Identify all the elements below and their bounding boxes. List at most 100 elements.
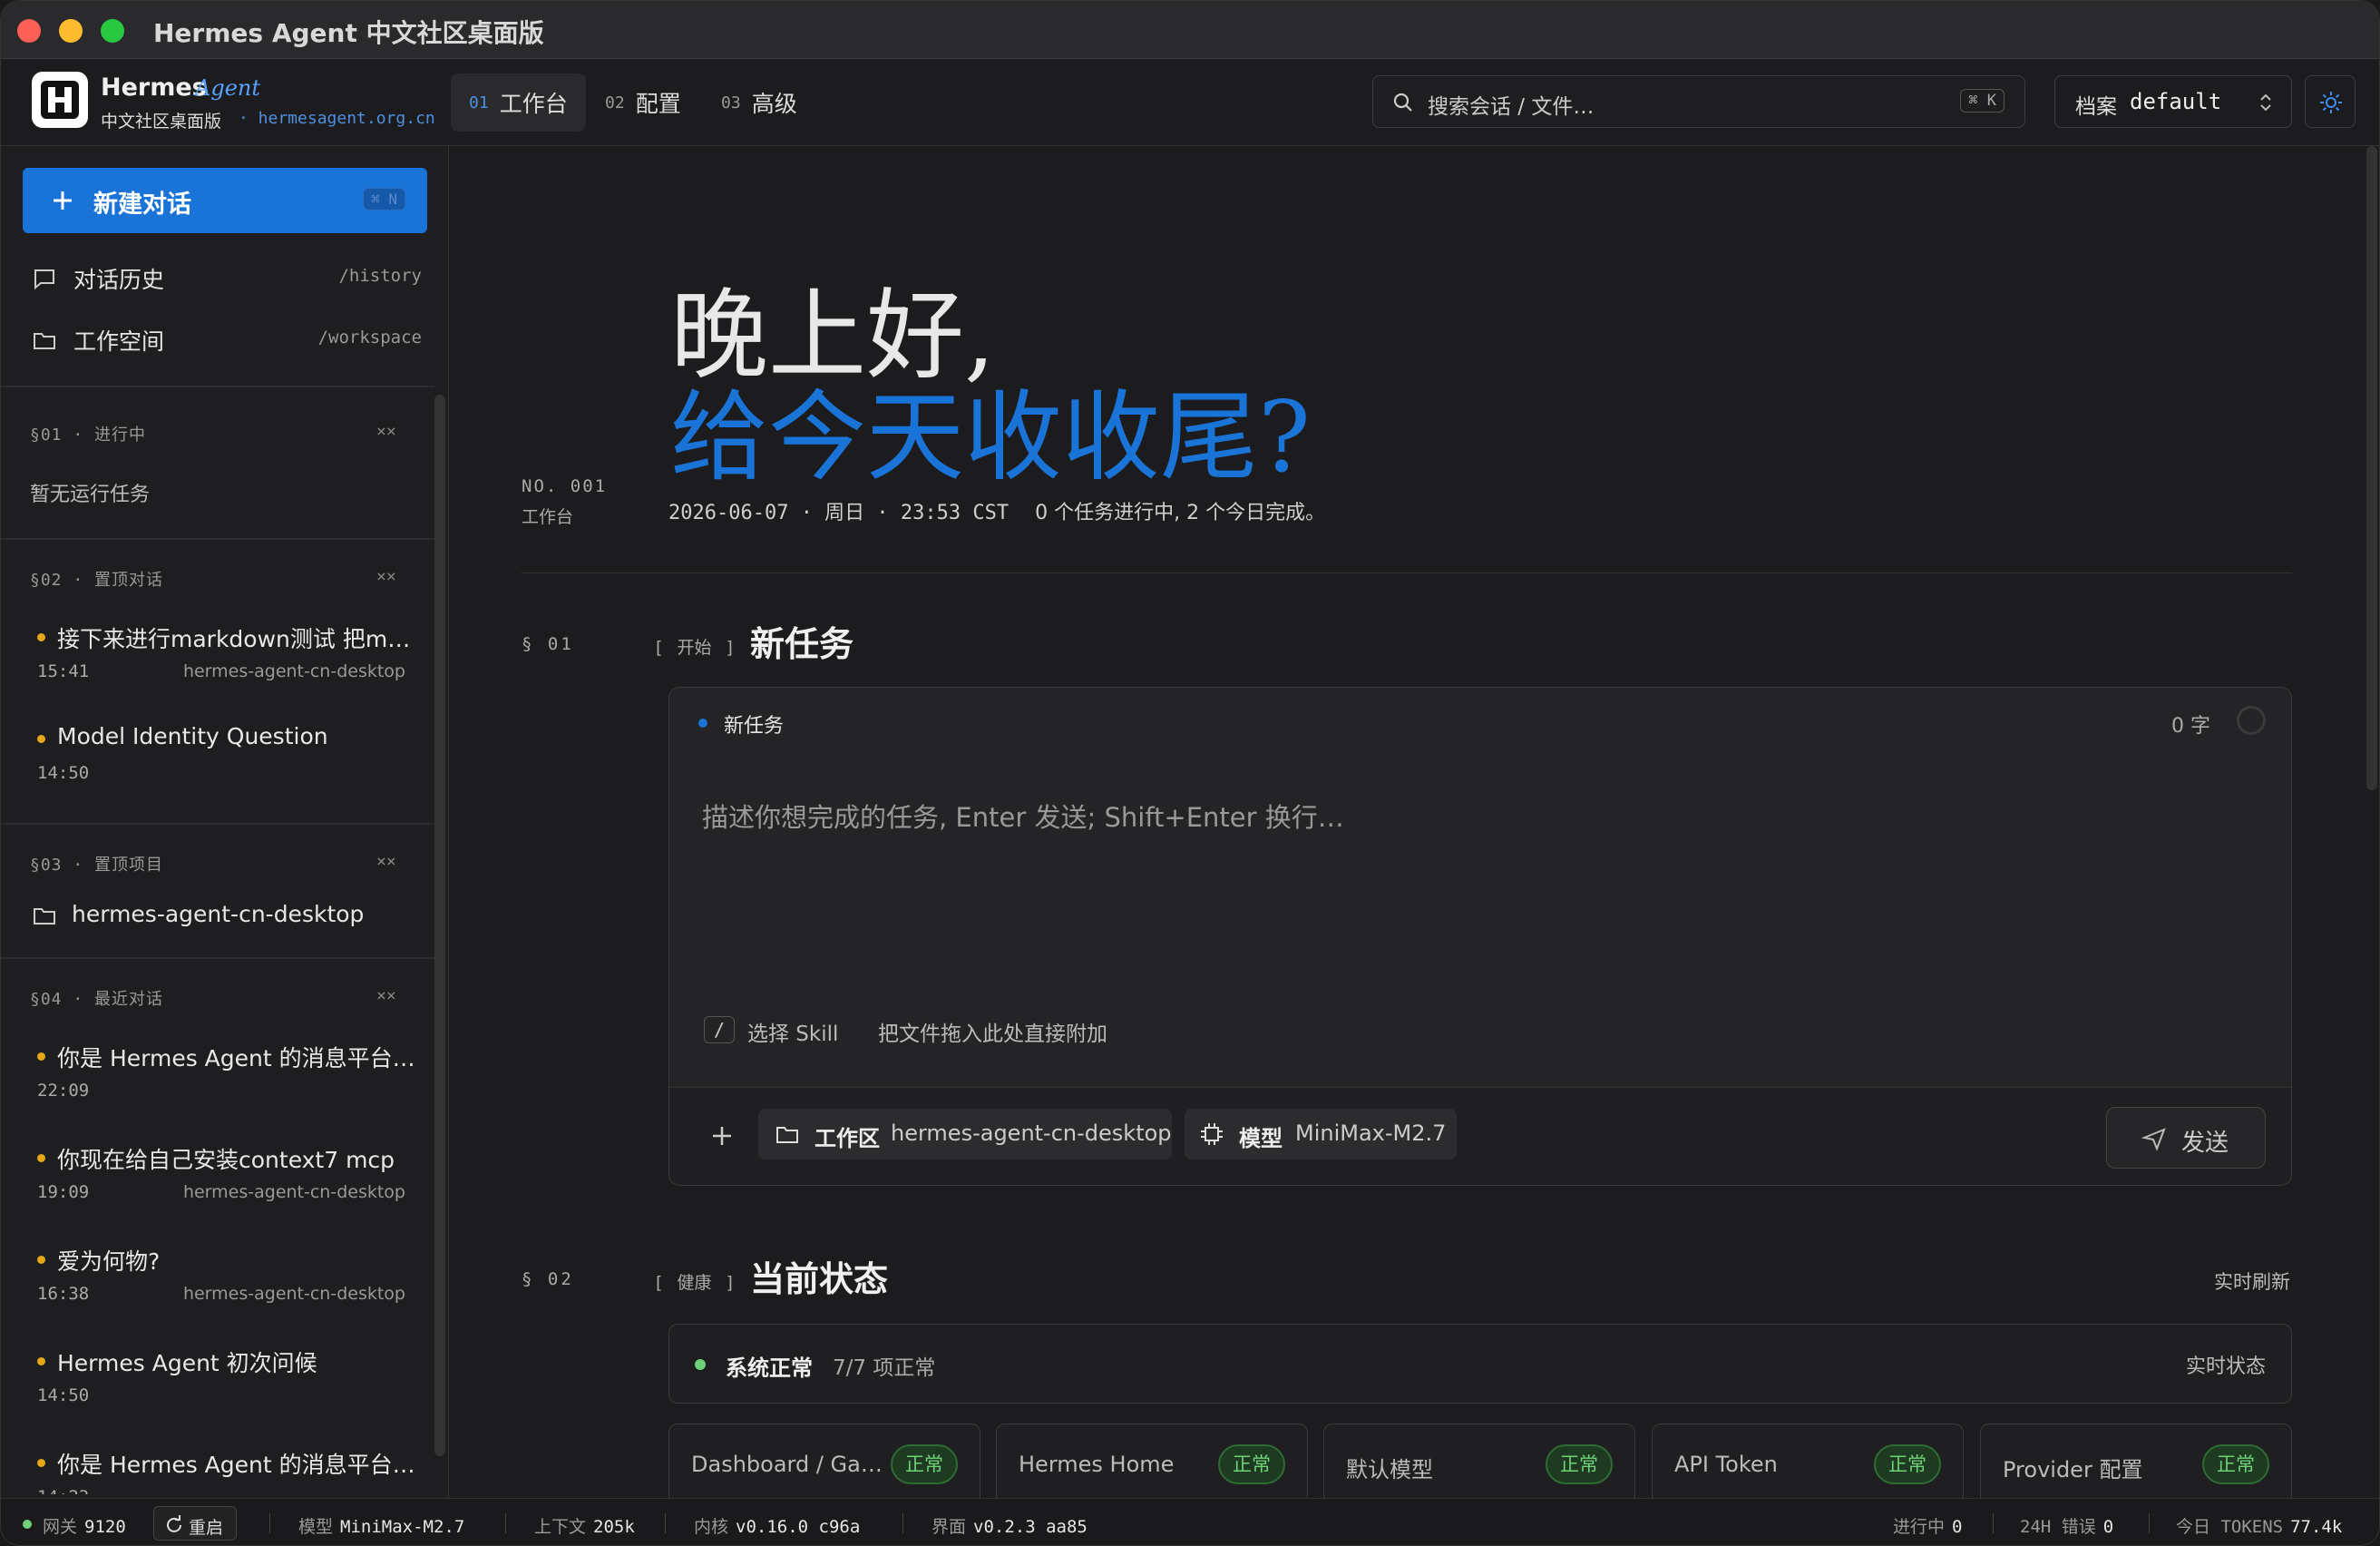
collapse-section-button[interactable]: ×× bbox=[376, 986, 396, 1005]
new-chat-button[interactable]: 新建对话 ⌘ N bbox=[23, 168, 427, 233]
pinned-project-item[interactable]: hermes-agent-cn-desktop bbox=[32, 899, 422, 935]
list-item[interactable]: 你现在给自己安装context7 mcp 19:09 hermes-agent-… bbox=[35, 1142, 416, 1202]
maximize-window-button[interactable] bbox=[101, 19, 124, 43]
section-title-new-task: 新任务 bbox=[750, 624, 854, 664]
list-item[interactable]: Hermes Agent 初次问候 14:50 bbox=[35, 1345, 416, 1405]
plus-icon bbox=[54, 191, 72, 210]
section-title: 最近对话 bbox=[94, 990, 164, 1009]
tab-advanced[interactable]: 03 高级 bbox=[703, 73, 815, 132]
model-chip[interactable]: 模型 MiniMax-M2.7 bbox=[1185, 1109, 1457, 1160]
brand-site: · hermesagent.org.cn bbox=[239, 109, 435, 128]
list-item[interactable]: Model Identity Question 14:50 bbox=[35, 723, 416, 783]
conversation-workspace: hermes-agent-cn-desktop bbox=[182, 661, 405, 681]
model-status: 模型 MiniMax-M2.7 bbox=[298, 1513, 464, 1538]
system-status-label: 系统正常 bbox=[726, 1355, 813, 1381]
title-bar: Hermes Agent 中文社区桌面版 bbox=[1, 1, 2379, 59]
date-text: 2026-06-07 · 周日 · 23:53 CST bbox=[668, 502, 1010, 524]
sidebar-scrollbar[interactable] bbox=[434, 395, 445, 1456]
divider bbox=[665, 1513, 666, 1533]
list-item[interactable]: 你是 Hermes Agent 的消息平台… 22:09 bbox=[35, 1041, 416, 1101]
profile-select[interactable]: 档案 default bbox=[2054, 75, 2292, 128]
sidebar-item-path: /workspace bbox=[317, 328, 422, 347]
workspace-chip[interactable]: 工作区 hermes-agent-cn-desktop bbox=[758, 1109, 1172, 1160]
search-icon bbox=[1393, 93, 1412, 112]
profile-label: 档案 bbox=[2075, 95, 2117, 119]
window-title: Hermes Agent 中文社区桌面版 bbox=[153, 18, 544, 48]
list-item[interactable]: 接下来进行markdown测试 把m … 15:41 hermes-agent-… bbox=[35, 621, 416, 681]
divider bbox=[1, 386, 434, 387]
section-title: 进行中 bbox=[94, 426, 147, 445]
task-input[interactable]: 描述你想完成的任务, Enter 发送; Shift+Enter 换行… bbox=[702, 797, 1344, 835]
section-tag-text: 开始 bbox=[677, 638, 712, 658]
conversation-time: 22:09 bbox=[37, 1081, 90, 1101]
new-chat-label: 新建对话 bbox=[93, 191, 191, 219]
restart-icon bbox=[167, 1515, 181, 1532]
divider bbox=[902, 1513, 903, 1533]
tab-label: 工作台 bbox=[499, 91, 568, 117]
status-badge: 正常 bbox=[2202, 1444, 2269, 1484]
select-skill-button[interactable]: 选择 Skill bbox=[747, 1016, 838, 1047]
gateway-value: 9120 bbox=[84, 1517, 126, 1537]
attach-hint: 把文件拖入此处直接附加 bbox=[878, 1023, 1107, 1046]
section-title: 置顶项目 bbox=[94, 856, 164, 875]
list-item[interactable]: 爱为何物? 16:38 hermes-agent-cn-desktop bbox=[35, 1244, 416, 1304]
char-count: 0 字 bbox=[2171, 715, 2210, 738]
context-value: 205k bbox=[593, 1517, 635, 1537]
add-attachment-icon[interactable] bbox=[709, 1123, 735, 1149]
task-summary: 0 个任务进行中, 2 个今日完成。 bbox=[1035, 502, 1326, 524]
context-status: 上下文 205k bbox=[534, 1513, 635, 1538]
sidebar-item-history[interactable]: 对话历史 /history bbox=[32, 255, 422, 300]
tab-number: 03 bbox=[721, 93, 741, 113]
collapse-section-button[interactable]: ×× bbox=[376, 852, 396, 871]
gateway-status: 网关 9120 bbox=[43, 1513, 126, 1538]
tokens-status: 今日 TOKENS 77.4k bbox=[2176, 1513, 2342, 1538]
health-label: Hermes Home bbox=[1019, 1452, 1175, 1477]
live-refresh-label: 实时刷新 bbox=[2214, 1271, 2290, 1293]
running-value: 0 bbox=[1952, 1517, 1963, 1537]
sidebar-item-workspace[interactable]: 工作空间 /workspace bbox=[32, 317, 422, 362]
section-id: §04 bbox=[30, 990, 63, 1009]
conversation-time: 14:50 bbox=[37, 1385, 90, 1405]
model-value: MiniMax-M2.7 bbox=[1295, 1120, 1447, 1146]
running-status: 进行中 0 bbox=[1893, 1513, 1962, 1538]
brand-subtitle: 中文社区桌面版 bbox=[101, 112, 222, 132]
model-status-label: 模型 bbox=[298, 1517, 334, 1537]
section-tag: [ 健康 ] bbox=[656, 1273, 733, 1293]
send-button[interactable]: 发送 bbox=[2106, 1107, 2266, 1169]
collapse-section-button[interactable]: ×× bbox=[376, 567, 396, 586]
section-title-status: 当前状态 bbox=[750, 1259, 889, 1299]
chip-icon bbox=[1201, 1123, 1223, 1145]
section-id: §02 bbox=[30, 571, 63, 590]
tab-workbench[interactable]: 01 工作台 bbox=[451, 73, 586, 132]
tab-label: 高级 bbox=[751, 91, 797, 117]
section-tag: [ 开始 ] bbox=[656, 638, 733, 658]
divider bbox=[269, 1513, 270, 1533]
list-item[interactable]: 你是 Hermes Agent 的消息平台… 14:23 bbox=[35, 1447, 416, 1494]
new-chat-shortcut: ⌘ N bbox=[363, 188, 405, 210]
conversation-title: 接下来进行markdown测试 把m … bbox=[35, 621, 416, 654]
minimize-window-button[interactable] bbox=[59, 19, 83, 43]
theme-toggle-button[interactable] bbox=[2305, 75, 2356, 128]
errors-label: 24H 错误 bbox=[2020, 1517, 2096, 1537]
send-icon bbox=[2141, 1128, 2166, 1151]
search-input[interactable]: 搜索会话 / 文件… ⌘ K bbox=[1372, 75, 2025, 128]
divider bbox=[505, 1513, 506, 1533]
system-status-detail: 7/7 项正常 bbox=[833, 1356, 936, 1380]
errors-status: 24H 错误 0 bbox=[2020, 1513, 2113, 1538]
conversation-title: 你是 Hermes Agent 的消息平台… bbox=[35, 1447, 416, 1480]
conversation-title: Model Identity Question bbox=[35, 723, 416, 749]
ui-status: 界面 v0.2.3 aa85 bbox=[932, 1513, 1088, 1538]
close-window-button[interactable] bbox=[17, 19, 41, 43]
live-status-label: 实时状态 bbox=[2185, 1355, 2266, 1378]
brand-accent: Agent bbox=[195, 75, 260, 101]
app-logo-icon bbox=[32, 72, 88, 128]
main-scrollbar[interactable] bbox=[2366, 146, 2377, 790]
brand-name: Hermes bbox=[101, 73, 207, 102]
health-label: API Token bbox=[1674, 1452, 1778, 1477]
collapse-section-button[interactable]: ×× bbox=[376, 422, 396, 441]
tab-config[interactable]: 02 配置 bbox=[587, 73, 699, 132]
section-header-pinned-chats: §02 · 置顶对话 bbox=[30, 571, 164, 590]
task-indicator-dot bbox=[698, 719, 707, 728]
conversation-title: 你现在给自己安装context7 mcp bbox=[35, 1142, 416, 1175]
restart-button[interactable]: 重启 bbox=[153, 1506, 237, 1541]
